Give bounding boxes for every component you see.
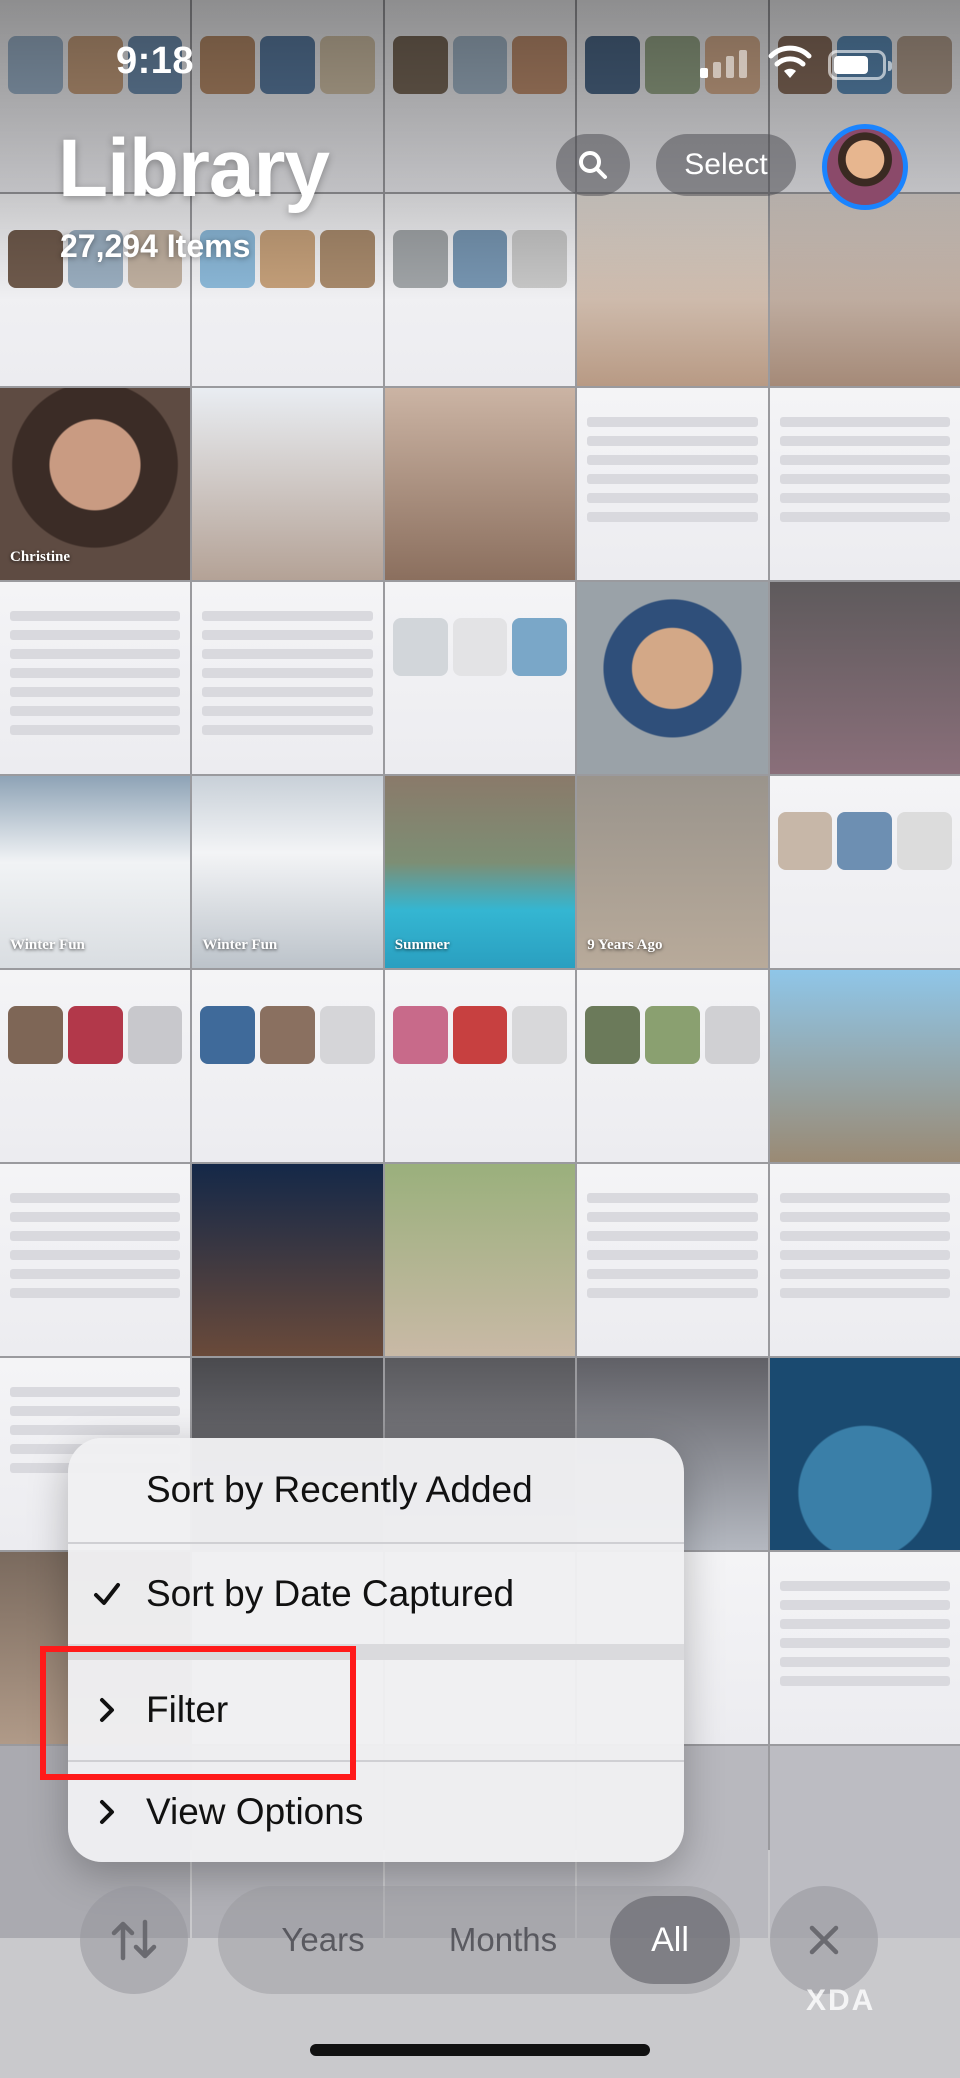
- grid-photo[interactable]: [384, 388, 576, 580]
- menu-item-sort-date-captured[interactable]: Sort by Date Captured: [68, 1544, 684, 1644]
- segment-years[interactable]: Years: [248, 1921, 398, 1959]
- grid-caption: Winter Fun: [202, 937, 278, 953]
- grid-caption: 9 Years Ago: [587, 937, 663, 953]
- grid-photo[interactable]: [769, 970, 960, 1162]
- grid-photo[interactable]: [384, 582, 576, 774]
- grid-photo[interactable]: [192, 582, 383, 774]
- grid-photo[interactable]: [769, 1358, 960, 1550]
- segment-all[interactable]: All: [610, 1896, 730, 1984]
- sort-arrows-icon: [111, 1919, 157, 1961]
- grid-photo[interactable]: [577, 1164, 768, 1356]
- grid-photo[interactable]: 9 Years Ago: [577, 776, 768, 968]
- grid-photo[interactable]: [0, 970, 191, 1162]
- cellular-signal-icon: [700, 50, 747, 78]
- grid-photo[interactable]: [384, 970, 576, 1162]
- time-scale-segmented-control: Years Months All: [218, 1886, 740, 1994]
- segment-months[interactable]: Months: [418, 1921, 588, 1959]
- grid-photo[interactable]: [577, 582, 768, 774]
- grid-photo[interactable]: [577, 970, 768, 1162]
- grid-photo[interactable]: [192, 388, 383, 580]
- checkmark-icon: [68, 1581, 146, 1607]
- grid-photo[interactable]: [0, 582, 191, 774]
- grid-photo[interactable]: Summer: [384, 776, 576, 968]
- search-icon: [579, 151, 607, 179]
- grid-photo[interactable]: [192, 970, 383, 1162]
- grid-photo[interactable]: Winter Fun: [192, 776, 383, 968]
- grid-photo[interactable]: Christine: [0, 388, 191, 580]
- menu-item-sort-recently-added[interactable]: Sort by Recently Added: [68, 1438, 684, 1542]
- annotation-highlight-box: [40, 1646, 356, 1780]
- menu-item-label: View Options: [146, 1791, 364, 1832]
- home-indicator: [310, 2044, 650, 2056]
- grid-photo[interactable]: [0, 1164, 191, 1356]
- grid-photo[interactable]: [769, 582, 960, 774]
- item-count: 27,294 Items: [60, 228, 251, 264]
- wifi-icon: [768, 44, 812, 85]
- grid-caption: Christine: [10, 549, 70, 565]
- sort-button[interactable]: [80, 1886, 188, 1994]
- chevron-right-icon: [68, 1799, 146, 1825]
- grid-caption: Summer: [394, 937, 450, 953]
- profile-avatar[interactable]: [822, 124, 908, 210]
- grid-photo[interactable]: [577, 388, 768, 580]
- select-button[interactable]: Select: [656, 134, 796, 196]
- menu-item-label: Sort by Recently Added: [146, 1469, 533, 1510]
- search-button[interactable]: [556, 134, 630, 196]
- grid-caption: Winter Fun: [10, 937, 85, 953]
- page-title: Library: [58, 123, 330, 214]
- menu-item-label: Sort by Date Captured: [146, 1573, 515, 1614]
- grid-photo[interactable]: [769, 776, 960, 968]
- status-time: 9:18: [116, 40, 195, 82]
- grid-photo[interactable]: [192, 1164, 383, 1356]
- grid-photo[interactable]: [769, 1552, 960, 1744]
- close-icon: [809, 1925, 839, 1955]
- grid-photo[interactable]: [769, 1164, 960, 1356]
- grid-photo[interactable]: [384, 1164, 576, 1356]
- close-button[interactable]: [770, 1886, 878, 1994]
- xda-watermark: XDA: [806, 1984, 876, 2017]
- grid-photo[interactable]: [769, 388, 960, 580]
- battery-icon: [828, 50, 892, 80]
- grid-photo[interactable]: Winter Fun: [0, 776, 191, 968]
